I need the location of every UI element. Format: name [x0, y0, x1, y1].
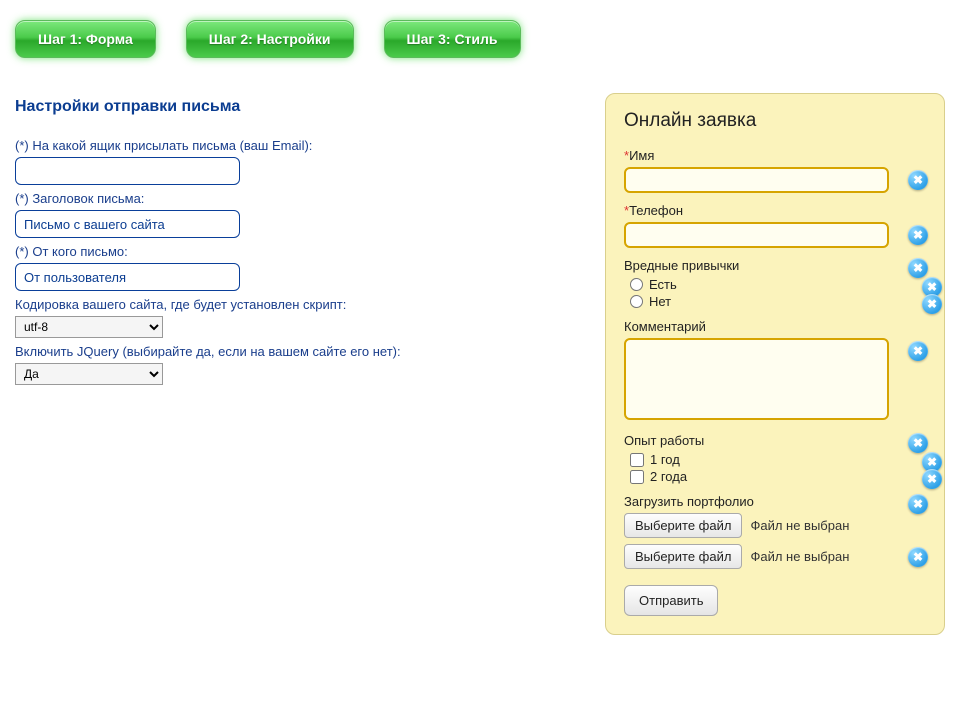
email-input[interactable] — [15, 157, 240, 185]
exp-2-checkbox[interactable] — [630, 470, 644, 484]
habit-no-radio[interactable] — [630, 295, 643, 308]
subject-input[interactable] — [15, 210, 240, 238]
settings-title: Настройки отправки письма — [15, 98, 575, 116]
delete-icon[interactable]: ✖ — [908, 494, 928, 514]
comment-label: Комментарий — [624, 319, 926, 334]
step-3-button[interactable]: Шаг 3: Стиль — [384, 20, 521, 58]
name-input[interactable] — [624, 167, 889, 193]
email-label: (*) На какой ящик присылать письма (ваш … — [15, 138, 575, 153]
choose-file-button[interactable]: Выберите файл — [624, 513, 742, 538]
delete-icon[interactable]: ✖ — [908, 433, 928, 453]
file-status: Файл не выбран — [750, 518, 849, 533]
experience-label: Опыт работы — [624, 433, 926, 448]
phone-input[interactable] — [624, 222, 889, 248]
settings-panel: Настройки отправки письма (*) На какой я… — [15, 93, 575, 391]
name-label: *Имя — [624, 148, 926, 163]
exp-2-label: 2 года — [650, 469, 687, 484]
exp-1-label: 1 год — [650, 452, 680, 467]
delete-icon[interactable]: ✖ — [908, 341, 928, 361]
from-label: (*) От кого письмо: — [15, 244, 575, 259]
delete-icon[interactable]: ✖ — [922, 294, 942, 314]
choose-file-button[interactable]: Выберите файл — [624, 544, 742, 569]
step-tabs: Шаг 1: Форма Шаг 2: Настройки Шаг 3: Сти… — [0, 0, 970, 68]
phone-label: *Телефон — [624, 203, 926, 218]
delete-icon[interactable]: ✖ — [908, 258, 928, 278]
encoding-label: Кодировка вашего сайта, где будет устано… — [15, 297, 575, 312]
from-input[interactable] — [15, 263, 240, 291]
step-2-button[interactable]: Шаг 2: Настройки — [186, 20, 354, 58]
form-title: Онлайн заявка — [624, 110, 926, 132]
delete-icon[interactable]: ✖ — [908, 225, 928, 245]
exp-1-checkbox[interactable] — [630, 453, 644, 467]
file-status: Файл не выбран — [750, 549, 849, 564]
habit-yes-label: Есть — [649, 277, 677, 292]
habits-label: Вредные привычки — [624, 258, 926, 273]
form-preview-panel: Онлайн заявка *Имя ✖ *Телефон ✖ Вредные … — [605, 93, 945, 635]
comment-textarea[interactable] — [624, 338, 889, 420]
habit-yes-radio[interactable] — [630, 278, 643, 291]
subject-label: (*) Заголовок письма: — [15, 191, 575, 206]
step-1-button[interactable]: Шаг 1: Форма — [15, 20, 156, 58]
encoding-select[interactable]: utf-8 — [15, 316, 163, 338]
delete-icon[interactable]: ✖ — [922, 469, 942, 489]
delete-icon[interactable]: ✖ — [908, 547, 928, 567]
upload-label: Загрузить портфолио — [624, 494, 926, 509]
submit-button[interactable]: Отправить — [624, 585, 718, 616]
habit-no-label: Нет — [649, 294, 671, 309]
delete-icon[interactable]: ✖ — [908, 170, 928, 190]
jquery-label: Включить JQuery (выбирайте да, если на в… — [15, 344, 575, 359]
jquery-select[interactable]: Да — [15, 363, 163, 385]
